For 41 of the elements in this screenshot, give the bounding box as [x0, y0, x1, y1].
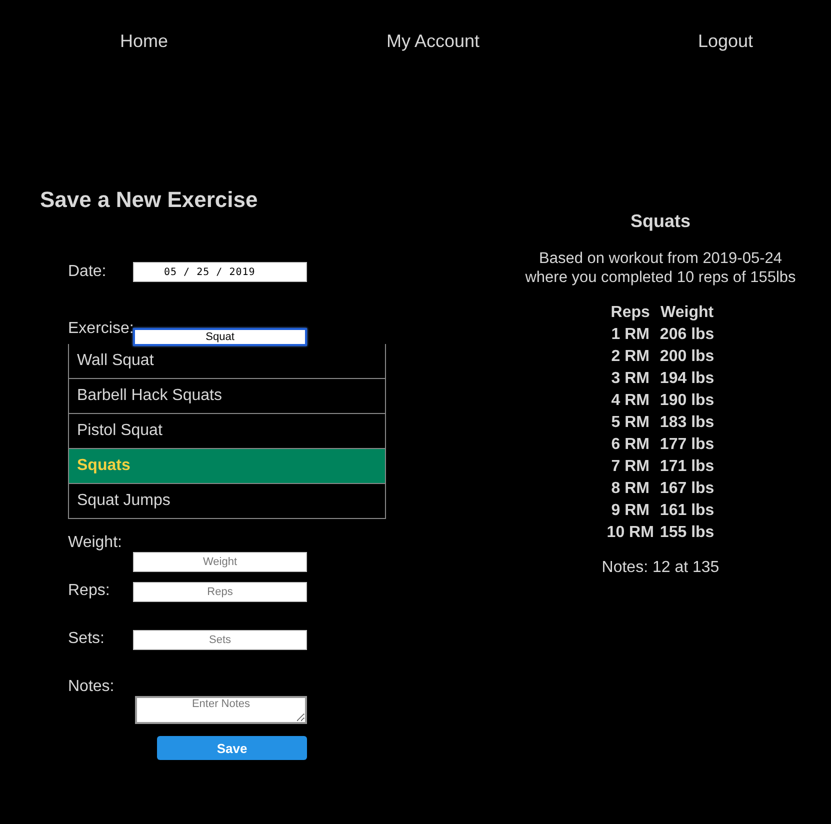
nav-link[interactable]: Logout: [698, 30, 753, 52]
table-cell-text: 5 RM: [610, 413, 650, 433]
field-label: Reps:: [68, 581, 111, 601]
result-summary: Based on workout from 2019-05-24 where you completed 10 reps of 155lbs: [525, 249, 796, 287]
table-cell-text: 1 RM: [610, 325, 650, 345]
input-field[interactable]: Weight: [133, 552, 307, 572]
table-cell-text: 155 lbs: [658, 523, 716, 543]
table-cell-text: 200 lbs: [658, 347, 716, 367]
table-cell-text: 10 RM: [606, 523, 655, 543]
table-cell-text: 3 RM: [610, 369, 650, 389]
table-cell-text: 177 lbs: [658, 435, 716, 455]
exercise-label: Exercise:: [68, 319, 133, 339]
table-cell-text: 161 lbs: [658, 501, 716, 521]
column-header: Reps: [610, 303, 651, 323]
table-cell-text: 171 lbs: [658, 457, 716, 477]
input-field[interactable]: Reps: [133, 582, 307, 602]
nav-link[interactable]: My Account: [386, 30, 480, 52]
date-input[interactable]: 05 / 25 / 2019: [133, 262, 307, 282]
input-field[interactable]: Sets: [133, 630, 307, 650]
notes-label: Notes:: [68, 677, 116, 697]
result-notes: Notes: 12 at 135: [602, 559, 720, 577]
table-cell-text: 190 lbs: [658, 391, 716, 411]
result-title: Squats: [630, 211, 690, 231]
date-label: Date:: [68, 262, 108, 282]
table-cell-text: 7 RM: [610, 457, 650, 477]
table-cell-text: 2 RM: [610, 347, 650, 367]
column-header: Weight: [660, 303, 715, 323]
table-cell-text: 4 RM: [610, 391, 650, 411]
form-title: Save a New Exercise: [40, 188, 259, 212]
table-cell-text: 183 lbs: [658, 413, 716, 433]
table-cell-text: 194 lbs: [658, 369, 716, 389]
table-cell-text: 8 RM: [610, 479, 650, 499]
field-label: Sets:: [68, 629, 106, 649]
table-cell-text: 9 RM: [610, 501, 650, 521]
exercise-search-field[interactable]: Squat: [133, 328, 307, 346]
notes-field[interactable]: Enter Notes: [135, 696, 307, 724]
nav-link[interactable]: Home: [120, 30, 168, 52]
table-cell-text: 206 lbs: [658, 325, 716, 345]
field-label: Weight:: [68, 533, 123, 553]
table-cell-text: 167 lbs: [658, 479, 716, 499]
table-cell-text: 6 RM: [610, 435, 650, 455]
